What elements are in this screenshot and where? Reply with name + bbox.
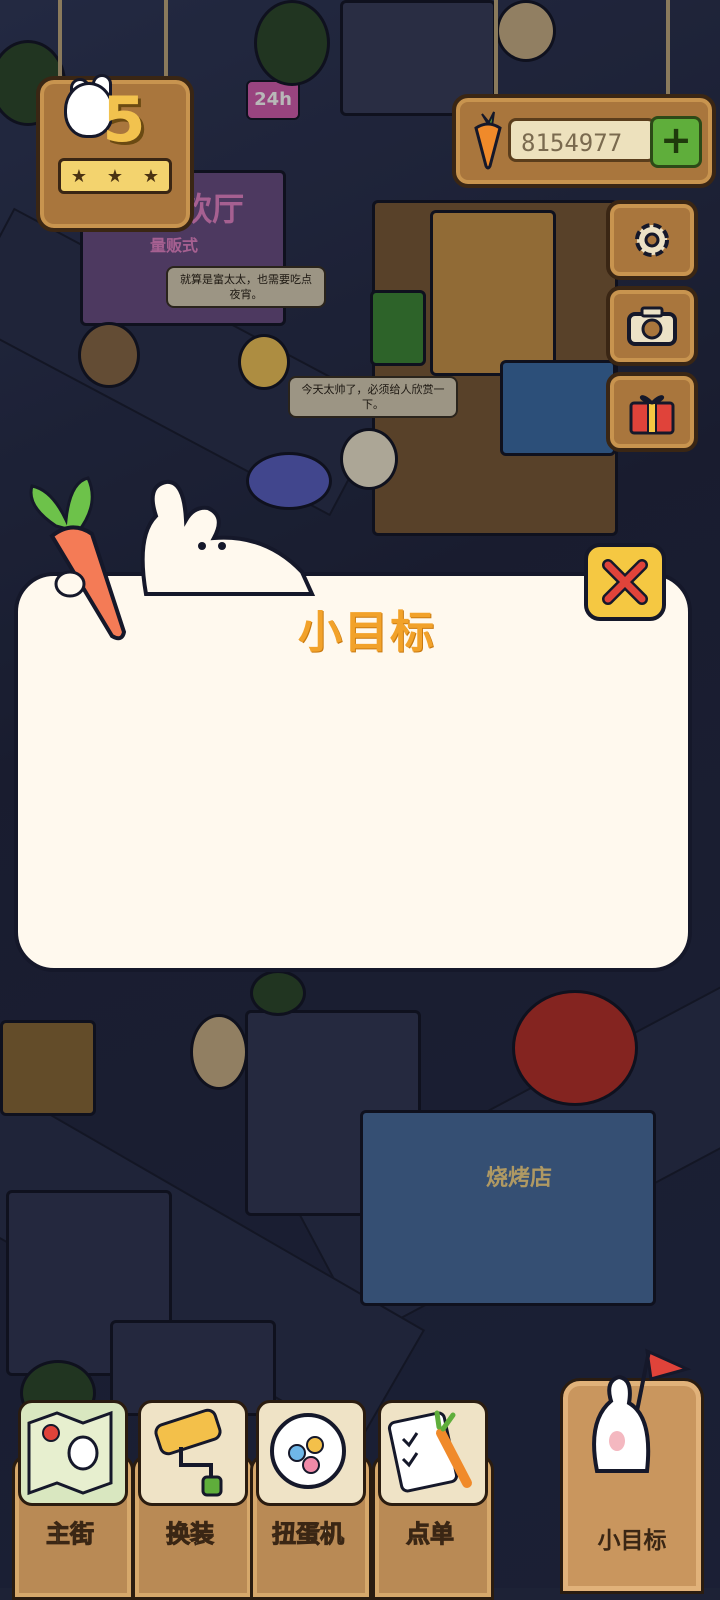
- paint-roller-icon: [138, 1400, 248, 1506]
- camera-button[interactable]: [606, 286, 698, 366]
- close-icon: [602, 559, 648, 605]
- level-stars: ★ ★ ★: [58, 158, 172, 194]
- carrot-currency-panel: 8154977 +: [452, 94, 716, 188]
- star-icon: ★: [70, 165, 88, 187]
- order-clipboard-icon: [378, 1400, 488, 1506]
- nav-goals[interactable]: 小目标: [560, 1348, 704, 1594]
- nav-label: 换装: [166, 1520, 215, 1549]
- nav-gacha[interactable]: 扭蛋机: [250, 1400, 372, 1600]
- carrot-count: 8154977: [508, 118, 656, 162]
- star-icon: ★: [142, 165, 160, 187]
- rope: [164, 0, 168, 80]
- rope: [494, 0, 498, 100]
- rope: [666, 0, 670, 100]
- nav-label: 主街: [46, 1520, 95, 1549]
- nav-label: 扭蛋机: [272, 1520, 345, 1549]
- bunny-mascot: [140, 479, 316, 596]
- gift-button[interactable]: [606, 372, 698, 452]
- map-icon: [18, 1400, 128, 1506]
- gear-icon: [635, 223, 669, 257]
- nav-dress-up[interactable]: 换装: [132, 1400, 254, 1600]
- nav-order[interactable]: 点单: [372, 1400, 494, 1600]
- gacha-machine-icon: [256, 1400, 366, 1506]
- camera-icon: [627, 306, 677, 346]
- nav-label: 点单: [406, 1520, 455, 1549]
- close-button[interactable]: [584, 543, 666, 621]
- rope: [58, 0, 62, 80]
- add-carrots-button[interactable]: +: [650, 116, 702, 168]
- gift-icon: [629, 395, 675, 435]
- settings-button[interactable]: [606, 200, 698, 280]
- bunny-flag-icon: [592, 1348, 692, 1473]
- carrot-icon: [474, 111, 502, 170]
- star-icon: ★: [106, 165, 124, 187]
- nav-main-street[interactable]: 主街: [12, 1400, 134, 1600]
- nav-label: 小目标: [597, 1528, 667, 1554]
- level-number: 5: [102, 83, 146, 156]
